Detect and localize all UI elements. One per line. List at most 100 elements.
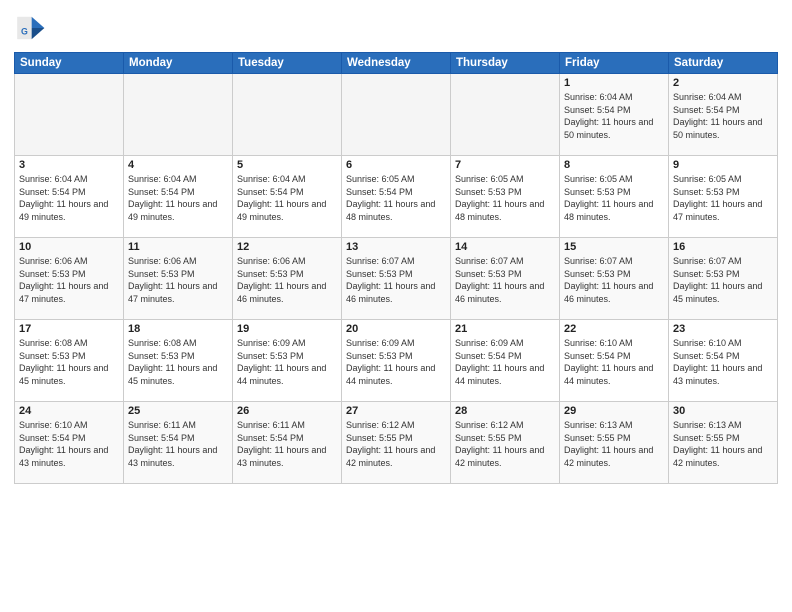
calendar-cell: 16 Sunrise: 6:07 AMSunset: 5:53 PMDayligh… (669, 238, 778, 320)
day-info: Sunrise: 6:08 AMSunset: 5:53 PMDaylight:… (19, 337, 119, 387)
day-info: Sunrise: 6:09 AMSunset: 5:53 PMDaylight:… (346, 337, 446, 387)
calendar-cell: 12 Sunrise: 6:06 AMSunset: 5:53 PMDayligh… (233, 238, 342, 320)
day-number: 2 (673, 77, 773, 89)
day-info: Sunrise: 6:04 AMSunset: 5:54 PMDaylight:… (237, 173, 337, 223)
calendar-cell: 15Sunrise: 6:07 AMSunset: 5:53 PMDayligh… (560, 238, 669, 320)
calendar-cell: 1 Sunrise: 6:04 AMSunset: 5:54 PMDaylight… (560, 74, 669, 156)
day-number: 17 (19, 323, 119, 335)
day-info: Sunrise: 6:04 AMSunset: 5:54 PMDaylight:… (673, 91, 773, 141)
calendar-cell: 6 Sunrise: 6:05 AMSunset: 5:54 PMDaylight… (342, 156, 451, 238)
calendar-cell: 25 Sunrise: 6:11 AMSunset: 5:54 PMDayligh… (124, 402, 233, 484)
day-number: 25 (128, 405, 228, 417)
day-info: Sunrise: 6:06 AMSunset: 5:53 PMDaylight:… (128, 255, 228, 305)
calendar-cell: 4Sunrise: 6:04 AMSunset: 5:54 PMDaylight… (124, 156, 233, 238)
day-number: 18 (128, 323, 228, 335)
calendar-cell: 21 Sunrise: 6:09 AMSunset: 5:54 PMDayligh… (451, 320, 560, 402)
calendar-cell: 19Sunrise: 6:09 AMSunset: 5:53 PMDayligh… (233, 320, 342, 402)
day-number: 7 (455, 159, 555, 171)
day-number: 14 (455, 241, 555, 253)
day-number: 10 (19, 241, 119, 253)
day-number: 4 (128, 159, 228, 171)
calendar-week-3: 10 Sunrise: 6:06 AMSunset: 5:53 PMDayligh… (15, 238, 778, 320)
day-number: 28 (455, 405, 555, 417)
day-info: Sunrise: 6:05 AMSunset: 5:53 PMDaylight:… (564, 173, 664, 223)
calendar-cell: 29Sunrise: 6:13 AMSunset: 5:55 PMDayligh… (560, 402, 669, 484)
day-info: Sunrise: 6:09 AMSunset: 5:54 PMDaylight:… (455, 337, 555, 387)
day-info: Sunrise: 6:10 AMSunset: 5:54 PMDaylight:… (564, 337, 664, 387)
calendar-week-1: 1 Sunrise: 6:04 AMSunset: 5:54 PMDaylight… (15, 74, 778, 156)
day-number: 13 (346, 241, 446, 253)
calendar-cell: 14 Sunrise: 6:07 AMSunset: 5:53 PMDayligh… (451, 238, 560, 320)
calendar-cell: 5 Sunrise: 6:04 AMSunset: 5:54 PMDaylight… (233, 156, 342, 238)
day-number: 20 (346, 323, 446, 335)
day-number: 6 (346, 159, 446, 171)
day-number: 16 (673, 241, 773, 253)
calendar-cell: 24Sunrise: 6:10 AMSunset: 5:54 PMDayligh… (15, 402, 124, 484)
calendar-cell: 7 Sunrise: 6:05 AMSunset: 5:53 PMDaylight… (451, 156, 560, 238)
day-number: 1 (564, 77, 664, 89)
day-info: Sunrise: 6:11 AMSunset: 5:54 PMDaylight:… (128, 419, 228, 469)
day-info: Sunrise: 6:04 AMSunset: 5:54 PMDaylight:… (564, 91, 664, 141)
logo-icon: G (14, 12, 46, 44)
day-info: Sunrise: 6:06 AMSunset: 5:53 PMDaylight:… (237, 255, 337, 305)
day-info: Sunrise: 6:05 AMSunset: 5:53 PMDaylight:… (455, 173, 555, 223)
calendar-cell: 10 Sunrise: 6:06 AMSunset: 5:53 PMDayligh… (15, 238, 124, 320)
day-number: 3 (19, 159, 119, 171)
calendar-cell: 17 Sunrise: 6:08 AMSunset: 5:53 PMDayligh… (15, 320, 124, 402)
calendar-cell (342, 74, 451, 156)
weekday-header-tuesday: Tuesday (233, 53, 342, 74)
day-number: 5 (237, 159, 337, 171)
day-info: Sunrise: 6:06 AMSunset: 5:53 PMDaylight:… (19, 255, 119, 305)
weekday-header-thursday: Thursday (451, 53, 560, 74)
calendar-cell (15, 74, 124, 156)
calendar: SundayMondayTuesdayWednesdayThursdayFrid… (14, 52, 778, 484)
day-number: 11 (128, 241, 228, 253)
day-info: Sunrise: 6:10 AMSunset: 5:54 PMDaylight:… (673, 337, 773, 387)
weekday-header-monday: Monday (124, 53, 233, 74)
calendar-week-4: 17 Sunrise: 6:08 AMSunset: 5:53 PMDayligh… (15, 320, 778, 402)
day-info: Sunrise: 6:11 AMSunset: 5:54 PMDaylight:… (237, 419, 337, 469)
day-info: Sunrise: 6:07 AMSunset: 5:53 PMDaylight:… (673, 255, 773, 305)
calendar-cell: 3 Sunrise: 6:04 AMSunset: 5:54 PMDaylight… (15, 156, 124, 238)
day-info: Sunrise: 6:05 AMSunset: 5:54 PMDaylight:… (346, 173, 446, 223)
svg-text:G: G (21, 26, 28, 36)
day-info: Sunrise: 6:10 AMSunset: 5:54 PMDaylight:… (19, 419, 119, 469)
day-number: 26 (237, 405, 337, 417)
day-number: 30 (673, 405, 773, 417)
calendar-cell: 11 Sunrise: 6:06 AMSunset: 5:53 PMDayligh… (124, 238, 233, 320)
weekday-header-wednesday: Wednesday (342, 53, 451, 74)
day-number: 12 (237, 241, 337, 253)
header: G (14, 12, 778, 44)
calendar-cell: 8 Sunrise: 6:05 AMSunset: 5:53 PMDaylight… (560, 156, 669, 238)
weekday-header-row: SundayMondayTuesdayWednesdayThursdayFrid… (15, 53, 778, 74)
day-number: 27 (346, 405, 446, 417)
calendar-cell (124, 74, 233, 156)
calendar-cell: 2 Sunrise: 6:04 AMSunset: 5:54 PMDaylight… (669, 74, 778, 156)
day-info: Sunrise: 6:13 AMSunset: 5:55 PMDaylight:… (673, 419, 773, 469)
day-info: Sunrise: 6:08 AMSunset: 5:53 PMDaylight:… (128, 337, 228, 387)
day-info: Sunrise: 6:12 AMSunset: 5:55 PMDaylight:… (455, 419, 555, 469)
day-info: Sunrise: 6:12 AMSunset: 5:55 PMDaylight:… (346, 419, 446, 469)
day-info: Sunrise: 6:04 AMSunset: 5:54 PMDaylight:… (19, 173, 119, 223)
calendar-cell (451, 74, 560, 156)
calendar-cell: 13 Sunrise: 6:07 AMSunset: 5:53 PMDayligh… (342, 238, 451, 320)
day-number: 8 (564, 159, 664, 171)
day-number: 23 (673, 323, 773, 335)
day-number: 22 (564, 323, 664, 335)
day-number: 21 (455, 323, 555, 335)
logo: G (14, 12, 50, 44)
weekday-header-friday: Friday (560, 53, 669, 74)
calendar-cell: 22 Sunrise: 6:10 AMSunset: 5:54 PMDayligh… (560, 320, 669, 402)
day-info: Sunrise: 6:07 AMSunset: 5:53 PMDaylight:… (564, 255, 664, 305)
day-info: Sunrise: 6:09 AMSunset: 5:53 PMDaylight:… (237, 337, 337, 387)
weekday-header-saturday: Saturday (669, 53, 778, 74)
weekday-header-sunday: Sunday (15, 53, 124, 74)
day-info: Sunrise: 6:07 AMSunset: 5:53 PMDaylight:… (346, 255, 446, 305)
calendar-cell: 27 Sunrise: 6:12 AMSunset: 5:55 PMDayligh… (342, 402, 451, 484)
calendar-cell (233, 74, 342, 156)
calendar-cell: 9Sunrise: 6:05 AMSunset: 5:53 PMDaylight… (669, 156, 778, 238)
day-info: Sunrise: 6:07 AMSunset: 5:53 PMDaylight:… (455, 255, 555, 305)
calendar-cell: 23 Sunrise: 6:10 AMSunset: 5:54 PMDayligh… (669, 320, 778, 402)
day-info: Sunrise: 6:13 AMSunset: 5:55 PMDaylight:… (564, 419, 664, 469)
page: G SundayMondayTuesdayWednesdayThursdayFr… (0, 0, 792, 612)
